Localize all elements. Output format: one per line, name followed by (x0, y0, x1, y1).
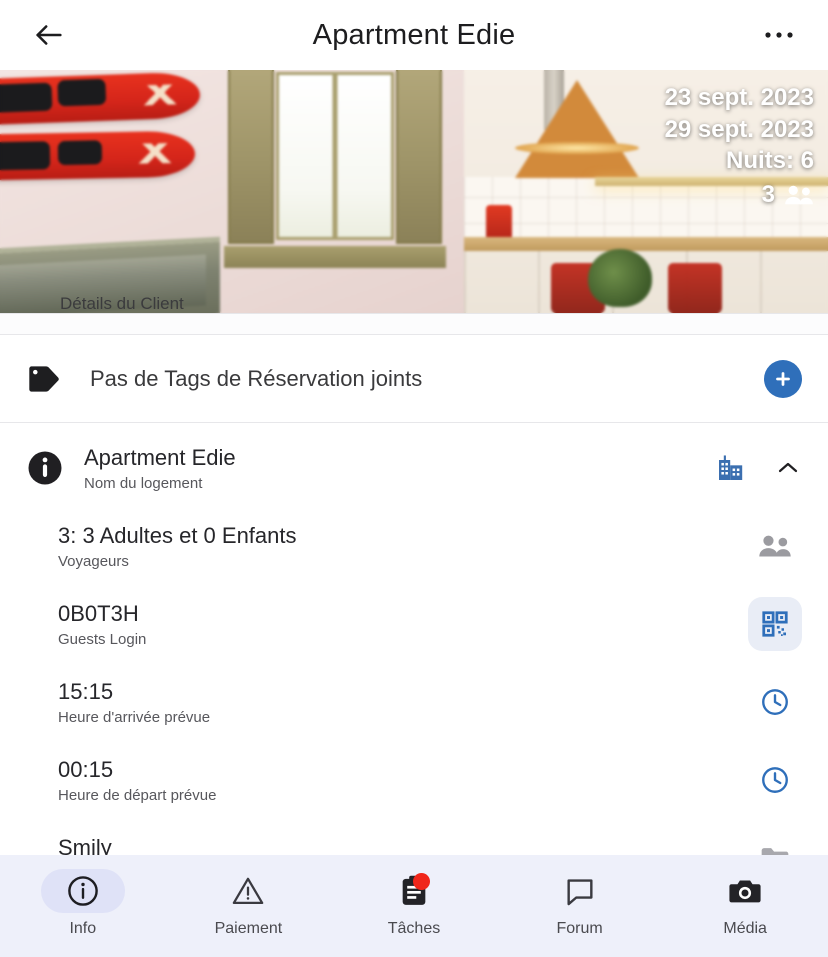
detail-row-departure-time[interactable]: 00:15 Heure de départ prévue (0, 741, 828, 819)
content-area: Pas de Tags de Réservation joints Apartm… (0, 313, 828, 855)
plus-icon (776, 371, 790, 386)
nav-label: Info (69, 920, 97, 937)
info-circle-icon (67, 876, 98, 906)
detail-value: 15:15 (58, 679, 114, 705)
nav-item-forum[interactable]: Forum (497, 863, 663, 957)
detail-row-arrival-time[interactable]: 15:15 Heure d'arrivée prévue (0, 663, 828, 741)
clock-icon (748, 753, 802, 807)
check-in-date: 23 sept. 2023 (664, 84, 814, 111)
more-horizontal-icon (765, 32, 793, 38)
nav-forum-icon-wrap (538, 869, 622, 913)
detail-caption: Nom du logement (84, 474, 203, 492)
detail-row-property-name[interactable]: Apartment Edie Nom du logement (0, 429, 828, 507)
nav-label: Forum (556, 920, 603, 937)
nights-count: Nuits: 6 (725, 147, 814, 175)
nav-label: Tâches (387, 920, 441, 937)
property-photo[interactable]: 23 sept. 2023 29 sept. 2023 Nuits: 6 3 D… (0, 70, 828, 313)
reservation-tags-row[interactable]: Pas de Tags de Réservation joints (0, 335, 828, 422)
arrow-left-icon (36, 25, 62, 45)
detail-caption: Guests Login (58, 630, 147, 648)
people-icon (748, 519, 802, 573)
collapse-section-button[interactable] (774, 460, 802, 476)
client-details-label: Détails du Client (60, 294, 184, 313)
qr-chip[interactable] (748, 597, 802, 651)
qr-code-button[interactable] (748, 597, 802, 651)
nav-item-paiement[interactable]: Paiement (166, 863, 332, 957)
detail-caption: Voyageurs (58, 552, 129, 570)
detail-value: 3: 3 Adultes et 0 Enfants (58, 523, 297, 549)
tag-icon (29, 365, 59, 392)
nav-item-media[interactable]: Média (662, 863, 828, 957)
camera-icon (729, 880, 761, 903)
reservation-tags-label: Pas de Tags de Réservation joints (90, 365, 423, 391)
detail-caption: Heure d'arrivée prévue (58, 708, 211, 726)
detail-row-travellers[interactable]: 3: 3 Adultes et 0 Enfants Voyageurs (0, 507, 828, 585)
detail-value: Apartment Edie (84, 445, 236, 471)
guest-count-row: 3 (665, 179, 814, 211)
info-circle-icon (26, 449, 64, 487)
building-icon (704, 441, 758, 495)
clock-icon (748, 675, 802, 729)
add-tag-button[interactable] (764, 359, 802, 398)
booking-dates-overlay: 23 sept. 2023 29 sept. 2023 Nuits: 6 3 (665, 82, 814, 211)
reservation-details-list: Apartment Edie Nom du logement 3: 3 Adul… (0, 423, 828, 855)
qr-code-icon (762, 611, 788, 637)
detail-value: 0B0T3H (58, 601, 139, 627)
detail-value: 00:15 (58, 757, 114, 783)
nav-item-info[interactable]: Info (0, 863, 166, 957)
nav-label: Média (723, 920, 767, 937)
folder-icon (748, 831, 802, 855)
app-header: Apartment Edie (0, 0, 828, 70)
section-gap (0, 314, 828, 334)
page-title: Apartment Edie (312, 18, 516, 51)
chevron-up-icon (778, 462, 798, 473)
bottom-navigation: Info Paiement Tâches Forum Média (0, 855, 828, 957)
detail-row-booking-source[interactable]: Smily Source de la Réservation (0, 819, 828, 855)
nav-media-icon-wrap (703, 869, 787, 913)
detail-value: Smily (58, 835, 112, 855)
detail-caption: Heure de départ prévue (58, 786, 217, 804)
more-options-button[interactable] (756, 12, 802, 58)
app-screen: Apartment Edie 23 sept. 2023 29 sept. 20… (0, 0, 828, 957)
check-out-date: 29 sept. 2023 (664, 115, 814, 143)
tasks-badge (412, 873, 430, 890)
nav-label: Paiement (214, 920, 283, 937)
people-icon (785, 185, 813, 205)
nav-info-icon-wrap (40, 869, 125, 913)
guest-count-value: 3 (761, 181, 775, 209)
nav-taches-icon-wrap (372, 869, 456, 913)
detail-row-guests-login[interactable]: 0B0T3H Guests Login (0, 585, 828, 663)
back-button[interactable] (26, 12, 72, 58)
chat-bubble-icon (567, 879, 593, 906)
warning-triangle-icon (233, 877, 264, 905)
nav-item-taches[interactable]: Tâches (331, 863, 497, 957)
nav-paiement-icon-wrap (206, 869, 290, 913)
